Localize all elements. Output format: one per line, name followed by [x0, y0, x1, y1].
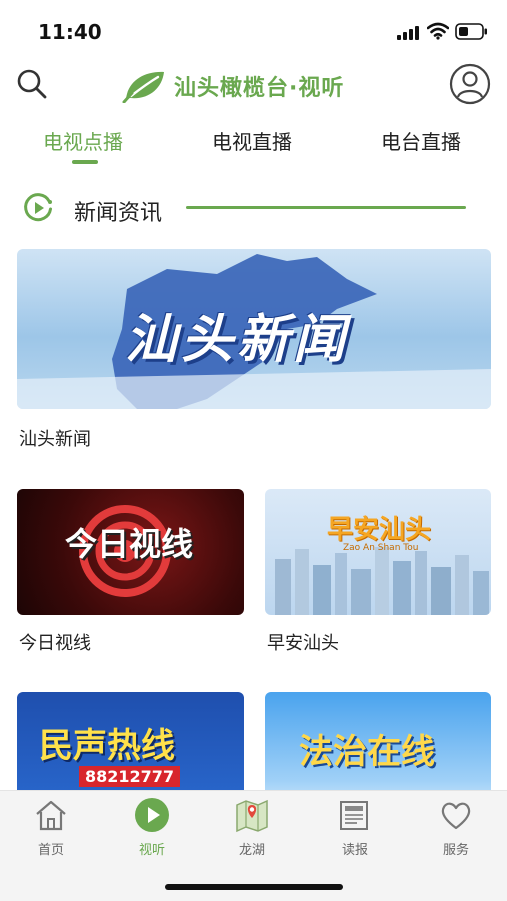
- program-card-hotline[interactable]: 民声热线 88212777: [17, 692, 244, 790]
- program-card-shantou-news[interactable]: 汕头新闻 汕头新闻: [17, 249, 491, 451]
- signal-icon: [397, 26, 419, 40]
- home-indicator[interactable]: [165, 884, 343, 890]
- section-heading: 新闻资讯: [0, 184, 507, 232]
- search-icon[interactable]: [16, 68, 48, 100]
- active-tab-indicator: [72, 160, 98, 164]
- user-profile-icon[interactable]: [449, 63, 491, 105]
- nav-item-home[interactable]: 首页: [21, 797, 81, 861]
- tab-radio-live[interactable]: 电台直播: [381, 126, 461, 155]
- thumbnail-title: 民声热线: [39, 726, 175, 766]
- app-title: 汕头橄榄台·视听: [174, 76, 345, 101]
- thumbnail-subtitle: 88212777: [79, 766, 181, 787]
- app-brand: 汕头橄榄台·视听: [122, 66, 344, 106]
- thumbnail-title: 汕头新闻: [125, 310, 350, 370]
- program-title[interactable]: 汕头新闻: [19, 425, 91, 451]
- status-time: 11:40: [38, 20, 102, 44]
- nav-item-newspaper[interactable]: 读报: [325, 797, 385, 861]
- nav-item-watch[interactable]: 视听: [122, 797, 182, 861]
- program-title[interactable]: 今日视线: [19, 629, 91, 655]
- thumbnail-title: 今日视线: [65, 525, 194, 563]
- nav-label: 视听: [138, 843, 165, 858]
- wifi-icon: [427, 22, 449, 40]
- heart-icon: [441, 802, 471, 830]
- program-thumbnail[interactable]: 法治在线: [265, 692, 491, 790]
- program-thumbnail[interactable]: 早安汕头 Zao An Shan Tou: [265, 489, 491, 615]
- map-icon: [236, 799, 268, 833]
- program-thumbnail[interactable]: 今日视线: [17, 489, 244, 615]
- nav-item-longhu[interactable]: 龙湖: [222, 797, 282, 861]
- nav-label: 读报: [341, 843, 368, 858]
- program-thumbnail[interactable]: 民声热线 88212777: [17, 692, 244, 790]
- app-header: 汕头橄榄台·视听: [0, 60, 507, 112]
- nav-label: 龙湖: [238, 843, 265, 858]
- battery-icon: [455, 23, 487, 40]
- nav-label: 首页: [37, 843, 64, 858]
- thumbnail-title: 早安汕头: [327, 515, 432, 545]
- tab-tv-on-demand[interactable]: 电视点播: [43, 126, 123, 155]
- tab-bar: 电视点播 电视直播 电台直播: [0, 112, 507, 170]
- section-title: 新闻资讯: [74, 201, 163, 226]
- thumbnail-title: 法治在线: [299, 732, 435, 772]
- play-icon: [135, 798, 169, 832]
- nav-label: 服务: [442, 843, 469, 858]
- program-card-today-view[interactable]: 今日视线 今日视线: [17, 489, 244, 659]
- status-bar: 11:40: [0, 0, 507, 60]
- play-circle-icon: [24, 193, 52, 222]
- nav-item-services[interactable]: 服务: [426, 797, 486, 861]
- tab-tv-live[interactable]: 电视直播: [212, 126, 292, 155]
- thumbnail-subtitle: Zao An Shan Tou: [343, 543, 419, 553]
- program-card-good-morning-shantou[interactable]: 早安汕头 Zao An Shan Tou 早安汕头: [265, 489, 491, 659]
- section-divider: [186, 206, 466, 209]
- program-thumbnail[interactable]: 汕头新闻: [17, 249, 491, 409]
- newspaper-icon: [340, 801, 368, 830]
- program-title[interactable]: 早安汕头: [267, 629, 339, 655]
- program-card-law-online[interactable]: 法治在线: [265, 692, 491, 790]
- olive-leaf-logo-icon: [122, 71, 164, 103]
- home-icon: [36, 800, 66, 831]
